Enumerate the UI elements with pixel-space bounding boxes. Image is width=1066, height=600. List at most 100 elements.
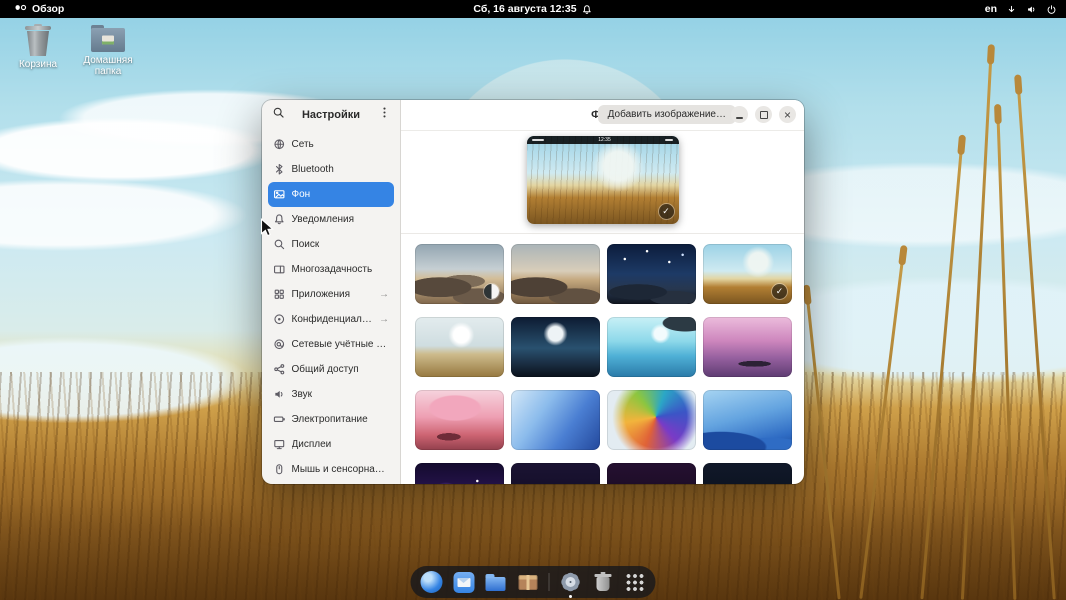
sidebar-item-multitasking[interactable]: Многозадачность — [268, 257, 394, 282]
close-button[interactable]: × — [779, 106, 796, 123]
wallpaper-thumbnail-pink-boat[interactable] — [703, 317, 792, 377]
sidebar-item-displays[interactable]: Дисплеи — [268, 432, 394, 457]
preview-clock: 12:35 — [598, 138, 611, 143]
wallpaper-thumbnail-blue-dunes[interactable] — [703, 390, 792, 450]
running-indicator-dot — [569, 595, 572, 598]
notifications-bell-icon — [582, 4, 593, 15]
apps-icon — [273, 288, 286, 301]
dock-item-trash[interactable] — [590, 569, 616, 595]
dock — [411, 566, 656, 598]
home-folder-icon — [91, 24, 125, 52]
minimize-button[interactable] — [731, 106, 748, 123]
dock-item-web-browser[interactable] — [419, 569, 445, 595]
accounts-icon — [273, 338, 286, 351]
dock-item-software[interactable] — [515, 569, 541, 595]
sidebar-item-notifications[interactable]: Уведомления — [268, 207, 394, 232]
desktop-icon-label: Домашняя папка — [74, 55, 142, 77]
notifications-icon — [273, 213, 286, 226]
dock-item-mail[interactable] — [451, 569, 477, 595]
wallpaper-thumbnail-purple-nebula[interactable] — [415, 463, 504, 484]
selected-check-badge: ✓ — [659, 204, 674, 219]
sidebar-item-sound[interactable]: Звук — [268, 382, 394, 407]
system-status-area[interactable]: en — [985, 3, 1057, 15]
activities-label: Обзор — [32, 3, 64, 15]
sidebar-header[interactable]: Настройки — [262, 100, 400, 130]
selected-check-badge: ✓ — [772, 284, 787, 299]
chevron-right-icon: → — [379, 314, 389, 325]
wallpaper-thumbnail-pebbles-day[interactable] — [415, 244, 504, 304]
sidebar-list[interactable]: Сеть Bluetooth Фон Уведомления Поиск Многозад… — [262, 130, 400, 484]
sidebar-item-privacy[interactable]: Конфиденциальность → — [268, 307, 394, 332]
sidebar-item-label: Электропитание — [292, 414, 368, 425]
input-source-icon — [1006, 4, 1017, 15]
mouse-cursor — [260, 218, 274, 238]
trash-icon — [23, 24, 53, 56]
wallpaper-thumbnail-pebbles-dusk[interactable] — [511, 244, 600, 304]
sidebar-item-accounts[interactable]: Сетевые учётные записи — [268, 332, 394, 357]
sidebar-item-label: Конфиденциальность — [292, 314, 374, 325]
activities-button[interactable]: Обзор — [6, 0, 72, 18]
sidebar-item-label: Дисплеи — [292, 439, 332, 450]
day-night-variant-badge — [484, 284, 499, 299]
sidebar-item-search[interactable]: Поиск — [268, 232, 394, 257]
current-wallpaper-section: 12:35 ✓ — [401, 131, 804, 234]
sidebar-item-label: Фон — [292, 189, 311, 200]
sidebar-item-label: Bluetooth — [292, 164, 334, 175]
search-button[interactable] — [268, 105, 288, 125]
sidebar-item-background[interactable]: Фон — [268, 182, 394, 207]
volume-icon — [1026, 4, 1037, 15]
wallpaper-thumbnail-dark-4[interactable] — [703, 463, 792, 484]
wallpaper-thumbnail-lake-tree[interactable] — [607, 317, 696, 377]
clock-button[interactable]: Сб, 16 августа 12:35 — [473, 3, 592, 15]
sidebar-item-apps[interactable]: Приложения→ — [268, 282, 394, 307]
wallpaper-thumbnail-wheat-field-day[interactable]: ✓ — [703, 244, 792, 304]
menu-button[interactable] — [374, 105, 394, 125]
mouse-icon — [273, 463, 286, 476]
desktop-icon-home-folder[interactable]: Домашняя папка — [74, 24, 142, 77]
wallpaper-grid[interactable]: ✓ — [401, 234, 804, 484]
settings-main-pane: Фон Добавить изображение… × 12:35 — [401, 100, 804, 484]
main-header[interactable]: Фон Добавить изображение… × — [401, 100, 804, 131]
sidebar-item-label: Поиск — [292, 239, 320, 250]
dock-item-files[interactable] — [483, 569, 509, 595]
trash-icon — [596, 577, 609, 591]
current-wallpaper-preview: 12:35 ✓ — [527, 136, 679, 224]
wallpaper-thumbnail-pale-grass-moon[interactable] — [415, 317, 504, 377]
sidebar-item-label: Звук — [292, 389, 313, 400]
settings-window: Настройки Сеть Bluetooth Фон Уведомления Пои… — [262, 100, 804, 484]
background-panel[interactable]: 12:35 ✓ ✓ — [401, 131, 804, 484]
wallpaper-thumbnail-dark-2[interactable] — [511, 463, 600, 484]
add-picture-button[interactable]: Добавить изображение… — [598, 105, 736, 124]
sidebar-item-bluetooth[interactable]: Bluetooth — [268, 157, 394, 182]
sidebar-item-label: Многозадачность — [292, 264, 373, 275]
dock-item-app-grid[interactable] — [622, 569, 648, 595]
mail-icon — [453, 572, 474, 593]
sidebar-item-network[interactable]: Сеть — [268, 132, 394, 157]
network-icon — [273, 138, 286, 151]
chevron-right-icon: → — [379, 289, 389, 300]
wallpaper-thumbnail-color-swirl[interactable] — [607, 390, 696, 450]
multitasking-icon — [273, 263, 286, 276]
power-icon — [273, 413, 286, 426]
wallpaper-thumbnail-dark-3[interactable] — [607, 463, 696, 484]
sidebar-item-label: Мышь и сенсорная панель — [292, 464, 390, 475]
clock-label: Сб, 16 августа 12:35 — [473, 3, 576, 15]
window-controls: × — [731, 106, 796, 123]
dock-item-settings[interactable] — [558, 569, 584, 595]
sidebar-item-sharing[interactable]: Общий доступ — [268, 357, 394, 382]
sidebar-item-mouse[interactable]: Мышь и сенсорная панель — [268, 457, 394, 482]
desktop-icon-trash[interactable]: Корзина — [4, 24, 72, 70]
search-icon — [273, 238, 286, 251]
background-icon — [273, 188, 286, 201]
dock-divider — [549, 573, 550, 591]
sidebar-item-label: Сеть — [292, 139, 314, 150]
wallpaper-thumbnail-night-grass-moon[interactable] — [511, 317, 600, 377]
sidebar-item-power[interactable]: Электропитание — [268, 407, 394, 432]
maximize-button[interactable] — [755, 106, 772, 123]
settings-icon — [560, 571, 582, 593]
wallpaper-thumbnail-pebbles-night[interactable] — [607, 244, 696, 304]
wallpaper-thumbnail-blue-silk[interactable] — [511, 390, 600, 450]
wallpaper-thumbnail-pink-bench[interactable] — [415, 390, 504, 450]
power-icon — [1046, 4, 1057, 15]
privacy-icon — [273, 313, 286, 326]
